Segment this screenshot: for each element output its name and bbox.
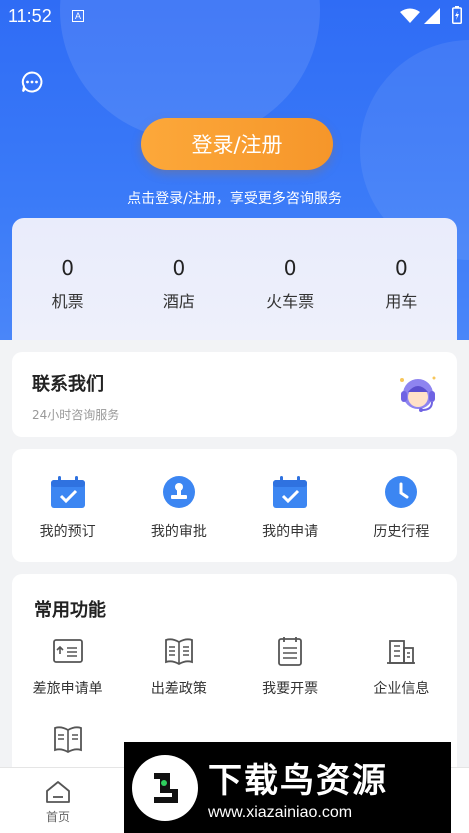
stat-label: 机票 [51,292,84,311]
quick-label: 历史行程 [373,524,430,540]
stat-car[interactable]: 0 用车 [346,218,457,340]
contact-subtitle: 24小时咨询服务 [32,408,120,422]
stat-train[interactable]: 0 火车票 [235,218,346,340]
message-icon[interactable] [20,70,44,94]
contact-us-card[interactable]: 联系我们 24小时咨询服务 [12,352,457,437]
tab-home-label: 首页 [45,810,70,824]
func-label: 差旅申请单 [32,681,103,697]
invoice-icon [278,637,303,666]
customer-service-icon [400,376,436,412]
stat-label: 用车 [385,292,418,311]
func-company-info[interactable]: 企业信息 [346,636,457,724]
clock-icon [385,476,418,508]
quick-access-card: 我的预订 我的审批 我的申请 历史行程 [12,449,457,562]
quick-label: 我的预订 [39,524,96,540]
login-tip: 点击登录/注册，享受更多咨询服务 [127,191,342,207]
func-label: 企业信息 [373,681,430,697]
quick-trip-history[interactable]: 历史行程 [346,449,457,562]
func-invoice[interactable]: 我要开票 [235,636,346,724]
watermark-banner: 下载鸟资源 www.xiazainiao.com [124,742,451,833]
watermark-title: 下载鸟资源 [208,761,388,801]
quick-my-bookings[interactable]: 我的预订 [12,449,123,562]
calendar-check-icon [50,476,85,508]
approval-stamp-icon [162,476,195,508]
stat-label: 酒店 [162,292,195,311]
calendar-check-icon [273,476,308,508]
stat-value: 0 [61,256,74,280]
stat-hotel[interactable]: 0 酒店 [123,218,234,340]
policy-book-icon [164,638,193,666]
stat-label: 火车票 [266,292,315,311]
quick-my-approvals[interactable]: 我的审批 [123,449,234,562]
battery-icon [452,6,462,24]
quick-label: 我的申请 [262,524,319,540]
func-label: 出差政策 [150,681,207,697]
home-icon [46,781,70,803]
contact-title: 联系我们 [32,374,104,395]
status-bar: 11:52 A [0,0,469,34]
watermark-url: www.xiazainiao.com [208,804,353,821]
quick-label: 我的审批 [150,524,207,540]
functions-title: 常用功能 [34,600,106,621]
login-register-button[interactable]: 登录/注册 [141,118,333,170]
func-travel-application[interactable]: 差旅申请单 [12,636,123,724]
stat-value: 0 [283,256,297,280]
func-label: 我要开票 [262,681,319,697]
status-time: 11:52 [8,6,52,26]
stat-value: 0 [172,256,186,280]
func-travel-policy[interactable]: 出差政策 [123,636,234,724]
application-form-icon [52,639,83,663]
signal-icon [424,8,440,24]
building-icon [387,640,416,664]
order-stats: 0 机票 0 酒店 0 火车票 0 用车 [12,218,457,340]
bird-logo-icon [132,754,198,821]
stat-flight[interactable]: 0 机票 [12,218,123,340]
wifi-icon [400,8,420,23]
stat-value: 0 [395,256,408,280]
policy-book-icon [53,726,82,754]
quick-my-applications[interactable]: 我的申请 [235,449,346,562]
tab-home[interactable]: 首页 [30,780,86,825]
watermark-text: 下载鸟资源 www.xiazainiao.com [208,753,388,822]
notification-a-icon: A [72,10,84,22]
